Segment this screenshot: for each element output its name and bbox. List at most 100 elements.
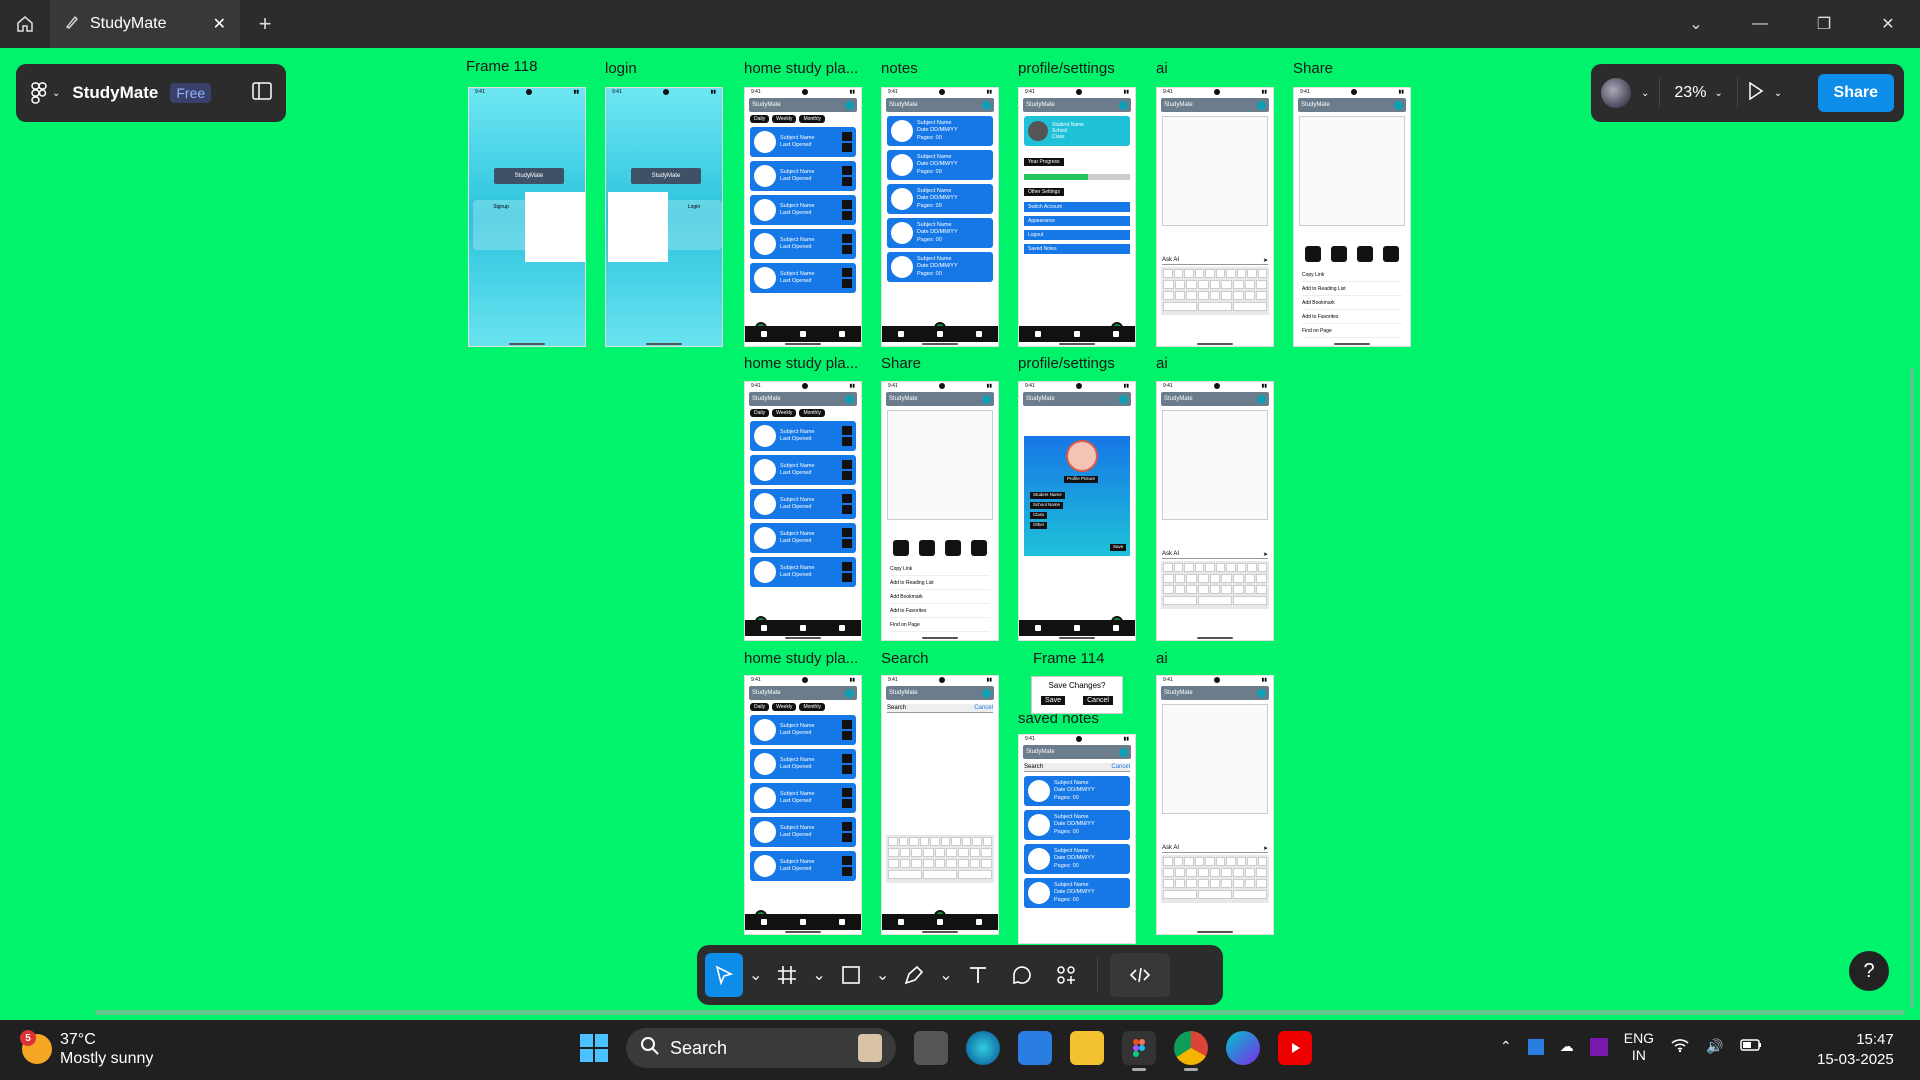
zoom-control[interactable]: 23% ⌄ — [1659, 78, 1738, 108]
rectangle-tool[interactable] — [832, 953, 870, 997]
language-indicator[interactable]: ENG IN — [1624, 1030, 1654, 1064]
frame-label[interactable]: ai — [1156, 355, 1168, 372]
chevron-up-icon[interactable]: ⌃ — [1500, 1038, 1512, 1055]
frame-label[interactable]: Search — [881, 650, 929, 667]
frame-label[interactable]: Share — [1293, 60, 1333, 77]
comment-tool[interactable] — [1003, 953, 1041, 997]
cancel-button[interactable]: Cancel — [1083, 696, 1113, 705]
cursor-icon — [715, 965, 734, 986]
minimize-button[interactable]: — — [1728, 0, 1792, 48]
vertical-scrollbar[interactable] — [1910, 368, 1914, 1008]
home-study-plan-frame[interactable]: 9:41 ▮▮ StudyMate Daily Weekly Monthly Subj… — [744, 87, 862, 347]
file-panel: ⌄ StudyMate Free — [16, 64, 286, 122]
frame-label[interactable]: home study pla... — [744, 355, 858, 372]
plan-badge[interactable]: Free — [170, 83, 212, 103]
start-button[interactable] — [580, 1034, 608, 1062]
frame-label[interactable]: profile/settings — [1018, 355, 1115, 372]
app-tray-icon[interactable] — [1527, 1038, 1544, 1055]
ai-frame[interactable]: 9:41 ▮▮ StudyMate Ask AI ➤ — [1156, 87, 1274, 347]
system-clock[interactable]: 15:47 15-03-2025 — [1817, 1030, 1894, 1069]
pen-tool[interactable] — [895, 953, 933, 997]
task-view-icon[interactable] — [914, 1031, 948, 1065]
save-button[interactable]: Save — [1041, 696, 1066, 705]
chevron-down-icon[interactable]: ⌄ — [1774, 88, 1782, 99]
avatar[interactable] — [1601, 78, 1631, 108]
youtube-icon[interactable] — [1278, 1031, 1312, 1065]
temperature: 37°C — [60, 1031, 96, 1048]
chevron-down-icon[interactable]: ⌄ — [876, 965, 889, 985]
text-tool[interactable] — [959, 953, 997, 997]
weather-condition: Mostly sunny — [60, 1050, 154, 1068]
chrome-icon[interactable] — [1174, 1031, 1208, 1071]
notes-frame[interactable]: 9:41 ▮▮ StudyMate Subject Name Date DD/MM/… — [881, 87, 999, 347]
main-menu-button[interactable]: ⌄ — [30, 82, 60, 104]
actions-tool[interactable] — [1047, 953, 1085, 997]
wifi-icon[interactable] — [1670, 1037, 1690, 1056]
close-window-button[interactable]: ✕ — [1856, 0, 1920, 48]
frame-label[interactable]: home study pla... — [744, 60, 858, 77]
profile-edit-frame[interactable]: 9:41 ▮▮ StudyMate Profile Picture Student… — [1018, 381, 1136, 641]
new-tab-button[interactable]: + — [240, 0, 290, 48]
frame-label[interactable]: Frame 114 — [1033, 650, 1104, 667]
search-frame[interactable]: 9:41 ▮▮ StudyMate Search Cancel — [881, 675, 999, 935]
signup-label: Signup — [493, 204, 509, 210]
edge-icon[interactable] — [966, 1031, 1000, 1065]
help-button[interactable]: ? — [1849, 951, 1889, 991]
taskbar-search[interactable]: Search — [626, 1028, 896, 1068]
frame-label[interactable]: profile/settings — [1018, 60, 1115, 77]
file-explorer-icon[interactable] — [1070, 1031, 1104, 1065]
file-name[interactable]: StudyMate — [72, 83, 158, 103]
chevron-down-icon[interactable]: ⌄ — [939, 965, 952, 985]
canva-icon[interactable] — [1226, 1031, 1260, 1065]
save-changes-dialog[interactable]: Save Changes? Save Cancel — [1031, 676, 1123, 714]
login-frame[interactable]: 9:41 ▮▮ StudyMate Login — [605, 87, 723, 347]
close-tab-icon[interactable]: ✕ — [213, 14, 226, 34]
home-study-plan-frame[interactable]: 9:41 ▮▮ StudyMate Daily Weekly Monthly Subj… — [744, 675, 862, 935]
move-tool[interactable] — [705, 953, 743, 997]
frame-label[interactable]: ai — [1156, 60, 1168, 77]
time: 15:47 — [1856, 1031, 1894, 1048]
cloud-icon[interactable]: ☁ — [1560, 1038, 1574, 1055]
play-icon[interactable] — [1748, 81, 1764, 105]
weather-widget[interactable]: 5 37°C Mostly sunny — [20, 1030, 154, 1068]
date: 15-03-2025 — [1817, 1050, 1894, 1068]
home-study-plan-frame[interactable]: 9:41 ▮▮ StudyMate Daily Weekly Monthly Subj… — [744, 381, 862, 641]
saved-notes-frame[interactable]: 9:41 ▮▮ StudyMate Search Cancel Subject Na… — [1018, 734, 1136, 944]
ai-frame[interactable]: 9:41 ▮▮ StudyMate Ask AI ➤ — [1156, 381, 1274, 641]
frame-label[interactable]: home study pla... — [744, 650, 858, 667]
restore-button[interactable]: ❐ — [1792, 0, 1856, 48]
chevron-down-icon[interactable]: ⌄ — [1664, 0, 1728, 48]
horizontal-scrollbar[interactable] — [95, 1010, 1905, 1015]
search-highlight-image — [858, 1034, 882, 1062]
chevron-down-icon: ⌄ — [1714, 87, 1723, 99]
file-tab[interactable]: StudyMate ✕ — [50, 0, 240, 48]
frame-118[interactable]: 9:41 ▮▮ StudyMate Signup — [468, 87, 586, 347]
ai-frame[interactable]: 9:41 ▮▮ StudyMate Ask AI ➤ — [1156, 675, 1274, 935]
frame-label[interactable]: Share — [881, 355, 921, 372]
frame-label[interactable]: login — [605, 60, 637, 77]
share-frame[interactable]: 9:41 ▮▮ StudyMate Copy Link Add to Readin… — [1293, 87, 1411, 347]
frame-tool[interactable] — [768, 953, 806, 997]
volume-icon[interactable]: 🔊 — [1706, 1038, 1723, 1055]
weather-icon: 5 — [20, 1030, 52, 1065]
onenote-icon[interactable] — [1589, 1037, 1608, 1056]
battery-icon[interactable] — [1739, 1038, 1762, 1055]
share-button[interactable]: Share — [1817, 74, 1894, 112]
frame-label[interactable]: notes — [881, 60, 918, 77]
comment-icon — [1012, 966, 1031, 985]
share-frame[interactable]: 9:41 ▮▮ StudyMate Copy Link Add to Readin… — [881, 381, 999, 641]
profile-settings-frame[interactable]: 9:41 ▮▮ StudyMate Student Name School Class… — [1018, 87, 1136, 347]
frame-label[interactable]: ai — [1156, 650, 1168, 667]
home-icon[interactable] — [0, 0, 50, 48]
sidebar-toggle-icon[interactable] — [252, 81, 272, 105]
app-logo: StudyMate — [631, 168, 701, 184]
dev-mode-toggle[interactable] — [1109, 953, 1170, 997]
frame-label[interactable]: Frame 118 — [466, 58, 537, 75]
vscode-icon[interactable] — [1018, 1031, 1052, 1065]
chevron-down-icon[interactable]: ⌄ — [749, 965, 762, 985]
chevron-down-icon[interactable]: ⌄ — [1641, 88, 1649, 99]
search-icon — [640, 1036, 660, 1061]
chevron-down-icon: ⌄ — [52, 87, 61, 99]
chevron-down-icon[interactable]: ⌄ — [812, 965, 825, 985]
figma-icon[interactable] — [1122, 1031, 1156, 1071]
